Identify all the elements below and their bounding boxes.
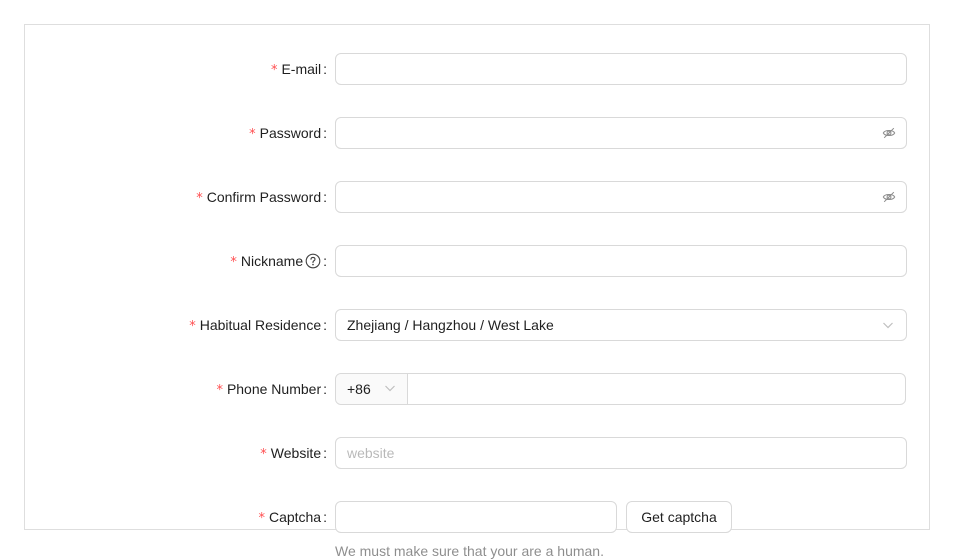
label-colon: :	[323, 317, 327, 333]
phone-prefix-value: +86	[347, 381, 371, 397]
confirm-password-label: * Confirm Password:	[196, 181, 327, 213]
confirm-password-input[interactable]	[336, 182, 906, 212]
nickname-input[interactable]	[336, 246, 906, 276]
label-colon: :	[323, 125, 327, 141]
password-label-text: Password	[259, 125, 322, 141]
phone-label-text: Phone Number	[226, 381, 322, 397]
phone-prefix-select[interactable]: +86	[336, 374, 408, 404]
label-colon: :	[323, 381, 327, 397]
captcha-label-text: Captcha	[268, 509, 322, 525]
required-mark: *	[270, 63, 278, 78]
required-mark: *	[196, 191, 203, 206]
required-mark: *	[258, 511, 265, 526]
email-label-text: E-mail	[281, 61, 322, 77]
email-input[interactable]	[336, 54, 906, 84]
eye-invisible-icon[interactable]	[882, 126, 896, 140]
residence-value: Zhejiang / Hangzhou / West Lake	[347, 317, 554, 333]
captcha-label: * Captcha:	[258, 501, 327, 533]
phone-label: * Phone Number:	[216, 373, 327, 405]
residence-label: * Habitual Residence:	[189, 309, 327, 341]
nickname-label-text: Nickname	[240, 253, 304, 269]
required-mark: *	[216, 383, 223, 398]
confirm-password-input-wrapper	[335, 181, 907, 213]
captcha-extra-text: We must make sure that your are a human.	[335, 543, 604, 559]
label-colon: :	[323, 61, 327, 77]
website-input-wrapper	[335, 437, 907, 469]
password-label: * Password:	[249, 117, 327, 149]
confirm-password-label-text: Confirm Password	[206, 189, 322, 205]
nickname-input-wrapper	[335, 245, 907, 277]
label-colon: :	[323, 509, 327, 525]
email-label: * E-mail:	[271, 53, 327, 85]
password-input-wrapper	[335, 117, 907, 149]
captcha-input-wrapper	[335, 501, 617, 533]
chevron-down-icon	[385, 385, 395, 392]
phone-input-wrapper: +86	[335, 373, 906, 405]
eye-invisible-icon[interactable]	[882, 190, 896, 204]
label-colon: :	[323, 445, 327, 461]
captcha-input[interactable]	[336, 502, 616, 532]
required-mark: *	[249, 127, 256, 142]
password-input[interactable]	[336, 118, 906, 148]
phone-input[interactable]	[408, 374, 905, 404]
get-captcha-button[interactable]: Get captcha	[626, 501, 732, 533]
required-mark: *	[189, 319, 196, 334]
label-colon: :	[323, 253, 327, 269]
email-input-wrapper	[335, 53, 907, 85]
website-label-text: Website	[270, 445, 322, 461]
nickname-label: * Nickname :	[230, 245, 327, 277]
label-colon: :	[323, 189, 327, 205]
question-circle-icon[interactable]	[305, 253, 321, 269]
required-mark: *	[230, 255, 237, 270]
residence-cascader[interactable]: Zhejiang / Hangzhou / West Lake	[335, 309, 907, 341]
required-mark: *	[260, 447, 267, 462]
residence-label-text: Habitual Residence	[199, 317, 322, 333]
website-input[interactable]	[336, 438, 906, 468]
website-label: * Website:	[260, 437, 327, 469]
chevron-down-icon	[883, 322, 893, 329]
